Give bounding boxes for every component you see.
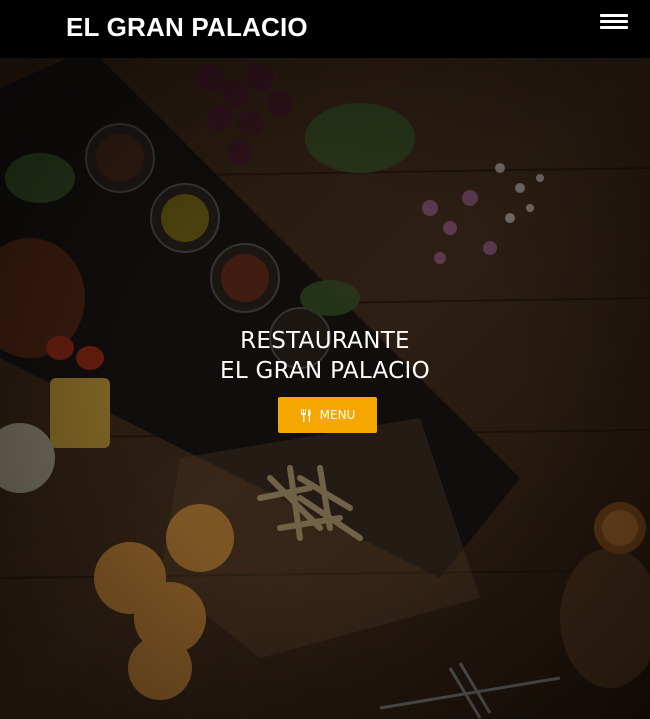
brand-logo[interactable]: EL GRAN PALACIO [66,12,308,43]
hero-title-line2: EL GRAN PALACIO [219,358,431,384]
hero-section: RESTAURANTE EL GRAN PALACIO MENU [0,58,650,719]
utensils-icon [300,408,311,422]
hamburger-icon-bar [600,26,628,29]
menu-button-label: MENU [319,408,356,422]
hamburger-menu-button[interactable] [600,12,630,32]
hamburger-icon-bar [600,20,628,23]
hamburger-icon-bar [600,14,628,17]
navbar: EL GRAN PALACIO [0,0,650,58]
hero-background-image [0,58,650,719]
hero-title-line1: RESTAURANTE [240,328,410,354]
menu-button[interactable]: MENU [278,397,377,433]
